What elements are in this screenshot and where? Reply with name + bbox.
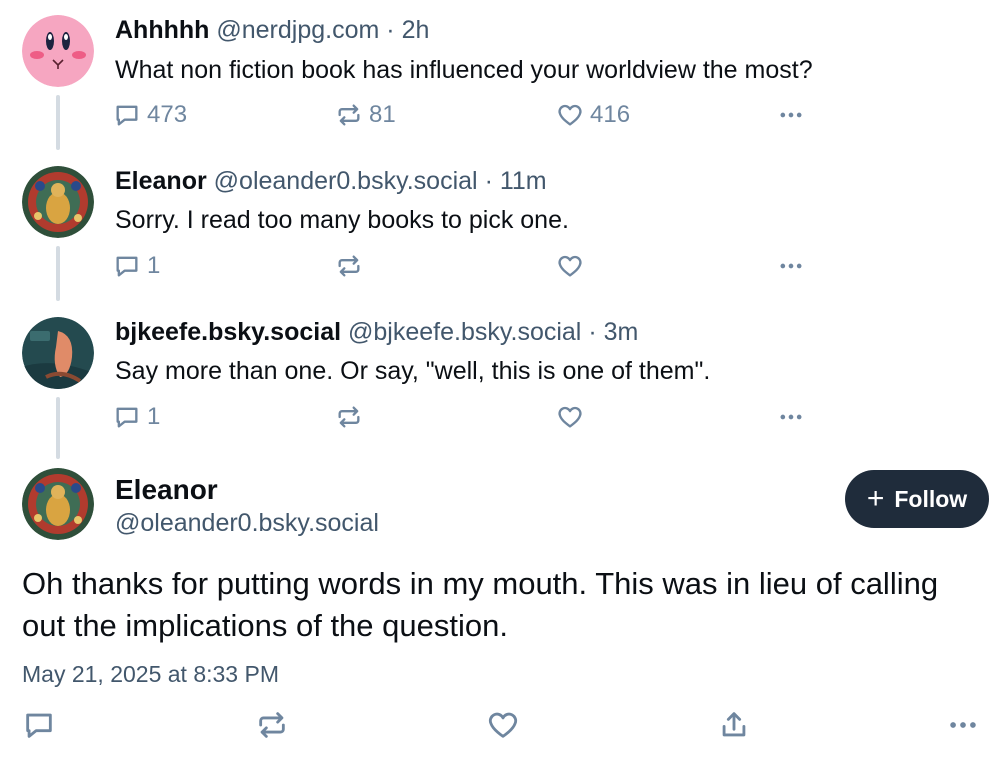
like-button[interactable] bbox=[556, 251, 590, 281]
like-button[interactable] bbox=[556, 402, 590, 432]
more-icon bbox=[780, 414, 802, 420]
reply-count: 473 bbox=[147, 101, 188, 128]
avatar[interactable] bbox=[22, 317, 94, 389]
post-meta: Eleanor @oleander0.bsky.social · 11m bbox=[115, 167, 547, 196]
more-button[interactable] bbox=[777, 402, 805, 432]
plus-icon: + bbox=[866, 482, 885, 515]
reply-icon bbox=[116, 407, 138, 428]
reply-count: 1 bbox=[147, 403, 161, 430]
repost-count: 81 bbox=[369, 101, 396, 128]
author-name[interactable]: Eleanor bbox=[115, 167, 207, 195]
author-name[interactable]: bjkeefe.bsky.social bbox=[115, 318, 341, 346]
like-count: 416 bbox=[590, 101, 631, 128]
thread-line bbox=[56, 246, 60, 301]
follow-button[interactable]: + Follow bbox=[845, 470, 989, 528]
post-time[interactable]: 3m bbox=[604, 318, 639, 346]
reply-icon bbox=[26, 713, 52, 738]
repost-button[interactable] bbox=[335, 251, 369, 281]
more-icon bbox=[780, 112, 802, 118]
more-button[interactable] bbox=[777, 100, 805, 130]
post-actions: 1 bbox=[113, 402, 813, 432]
reply-button[interactable]: 1 bbox=[113, 402, 160, 432]
reply-button[interactable]: 473 bbox=[113, 100, 187, 130]
share-icon bbox=[722, 712, 746, 737]
separator-dot: · bbox=[588, 318, 597, 346]
author-handle[interactable]: @nerdjpg.com bbox=[216, 16, 379, 44]
more-button[interactable] bbox=[777, 251, 805, 281]
author-name[interactable]: Eleanor bbox=[115, 474, 218, 506]
repost-button[interactable]: 81 bbox=[335, 100, 396, 130]
like-icon bbox=[558, 104, 582, 126]
post-time[interactable]: 2h bbox=[402, 16, 430, 44]
like-icon bbox=[558, 255, 582, 277]
post-text: Oh thanks for putting words in my mouth.… bbox=[22, 566, 939, 643]
post-text: Sorry. I read too many books to pick one… bbox=[115, 206, 569, 234]
author-handle[interactable]: @bjkeefe.bsky.social bbox=[348, 318, 581, 346]
post-text: Say more than one. Or say, "well, this i… bbox=[115, 357, 711, 385]
separator-dot: · bbox=[484, 167, 493, 195]
reply-button[interactable]: 1 bbox=[113, 251, 160, 281]
like-button[interactable]: 416 bbox=[556, 100, 630, 130]
repost-icon bbox=[338, 406, 360, 428]
repost-icon bbox=[259, 712, 285, 738]
share-button[interactable] bbox=[717, 710, 751, 740]
post-actions: 473 81 416 bbox=[113, 100, 813, 130]
repost-icon bbox=[338, 104, 360, 126]
post-time[interactable]: 11m bbox=[500, 167, 547, 195]
like-icon bbox=[558, 406, 582, 428]
repost-icon bbox=[338, 255, 360, 277]
reply-icon bbox=[116, 105, 138, 126]
avatar[interactable] bbox=[22, 166, 94, 238]
repost-button[interactable] bbox=[255, 710, 289, 740]
more-icon bbox=[950, 722, 976, 728]
author-name[interactable]: Ahhhhh bbox=[115, 16, 209, 44]
author-handle[interactable]: @oleander0.bsky.social bbox=[115, 509, 379, 538]
avatar[interactable] bbox=[22, 15, 94, 87]
separator-dot: · bbox=[386, 16, 395, 44]
more-button[interactable] bbox=[946, 710, 980, 740]
post-actions bbox=[0, 710, 1000, 744]
repost-button[interactable] bbox=[335, 402, 369, 432]
reply-icon bbox=[116, 256, 138, 277]
more-icon bbox=[780, 263, 802, 269]
thread-line bbox=[56, 95, 60, 150]
like-icon bbox=[488, 712, 518, 738]
reply-count: 1 bbox=[147, 252, 161, 279]
post-text: What non fiction book has influenced you… bbox=[115, 56, 813, 84]
author-handle[interactable]: @oleander0.bsky.social bbox=[214, 167, 478, 195]
avatar[interactable] bbox=[22, 468, 94, 540]
follow-label: Follow bbox=[894, 485, 968, 512]
post-actions: 1 bbox=[113, 251, 813, 281]
post-meta: Ahhhhh @nerdjpg.com · 2h bbox=[115, 16, 429, 45]
thread-line bbox=[56, 397, 60, 459]
like-button[interactable] bbox=[486, 710, 520, 740]
post-date[interactable]: May 21, 2025 at 8:33 PM bbox=[22, 661, 279, 688]
post-meta: bjkeefe.bsky.social @bjkeefe.bsky.social… bbox=[115, 318, 638, 347]
reply-button[interactable] bbox=[22, 710, 56, 740]
